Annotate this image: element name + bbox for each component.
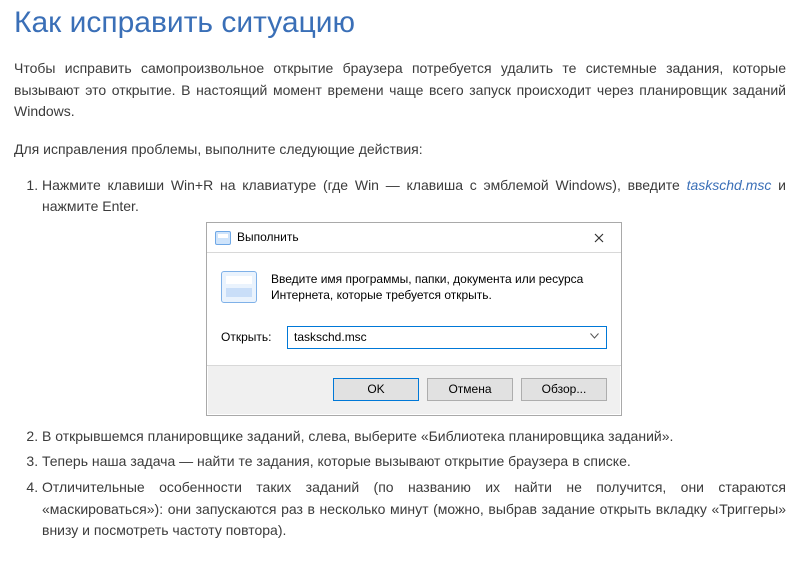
close-icon[interactable] bbox=[577, 223, 621, 252]
dialog-title: Выполнить bbox=[237, 228, 577, 247]
step-4: Отличительные особенности таких заданий … bbox=[42, 477, 786, 542]
step-3: Теперь наша задача — найти те задания, к… bbox=[42, 451, 786, 473]
dialog-titlebar[interactable]: Выполнить bbox=[207, 223, 621, 253]
open-label: Открыть: bbox=[221, 328, 287, 347]
open-input-value[interactable]: taskschd.msc bbox=[294, 328, 586, 347]
dialog-hint: Введите имя программы, папки, документа … bbox=[271, 271, 607, 303]
steps-list: Нажмите клавиши Win+R на клавиатуре (где… bbox=[14, 175, 786, 542]
step-2: В открывшемся планировщике заданий, слев… bbox=[42, 426, 786, 448]
open-combobox[interactable]: taskschd.msc bbox=[287, 326, 607, 349]
chevron-down-icon[interactable] bbox=[586, 329, 602, 345]
step-1-text-a: Нажмите клавиши Win+R на клавиатуре (где… bbox=[42, 177, 687, 193]
step-1: Нажмите клавиши Win+R на клавиатуре (где… bbox=[42, 175, 786, 416]
run-title-icon bbox=[215, 231, 231, 245]
cancel-button[interactable]: Отмена bbox=[427, 378, 513, 401]
browse-button[interactable]: Обзор... bbox=[521, 378, 607, 401]
intro-paragraph: Чтобы исправить самопроизвольное открыти… bbox=[14, 58, 786, 123]
run-program-icon bbox=[221, 271, 257, 303]
lead-paragraph: Для исправления проблемы, выполните след… bbox=[14, 139, 786, 161]
ok-button[interactable]: OK bbox=[333, 378, 419, 401]
page-title: Как исправить ситуацию bbox=[14, 6, 786, 40]
run-dialog: Выполнить Введите имя программы, папки, … bbox=[206, 222, 622, 415]
step-1-command: taskschd.msc bbox=[687, 177, 772, 193]
